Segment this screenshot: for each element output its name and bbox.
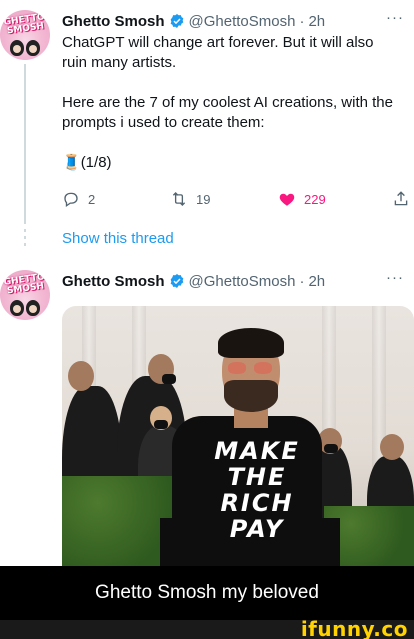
thread-marker: (1/8) bbox=[80, 154, 112, 171]
watermark-bar: ifunny.co bbox=[0, 617, 414, 639]
shirt-slogan: MAKE THE RICH PAY bbox=[214, 437, 300, 543]
reply-icon bbox=[64, 192, 78, 208]
retweet-icon bbox=[172, 192, 186, 206]
more-options-icon[interactable]: ··· bbox=[386, 269, 404, 286]
meme-caption: Ghetto Smosh my beloved bbox=[0, 566, 414, 620]
separator: · bbox=[299, 12, 305, 30]
reply-button[interactable]: 2 bbox=[62, 190, 95, 208]
retweet-count: 19 bbox=[196, 191, 211, 207]
author-name[interactable]: Ghetto Smosh bbox=[62, 273, 165, 290]
tweet-header: Ghetto Smosh @GhettoSmosh · 2h ··· bbox=[62, 269, 404, 291]
tweet-line: ChatGPT will change art forever. But it … bbox=[62, 34, 374, 51]
thread-line bbox=[24, 64, 26, 224]
timestamp[interactable]: 2h bbox=[308, 13, 325, 30]
avatar-logo: GHETTO SMOSH bbox=[3, 12, 46, 37]
tweet-photo[interactable]: MAKE THE RICH PAY bbox=[62, 306, 414, 566]
share-icon bbox=[394, 191, 408, 206]
verified-icon bbox=[170, 14, 183, 28]
avatar[interactable]: GHETTO SMOSH bbox=[0, 270, 50, 320]
tweet-header: Ghetto Smosh @GhettoSmosh · 2h ··· bbox=[62, 9, 404, 31]
verified-icon bbox=[170, 274, 183, 288]
avatar-logo: GHETTO SMOSH bbox=[3, 272, 46, 297]
retweet-button[interactable]: 19 bbox=[170, 190, 210, 208]
tweet-1[interactable]: GHETTO SMOSH Ghetto Smosh @GhettoSmosh ·… bbox=[0, 0, 414, 260]
author-handle[interactable]: @GhettoSmosh bbox=[189, 13, 296, 30]
show-thread-link[interactable]: Show this thread bbox=[62, 230, 174, 247]
timestamp[interactable]: 2h bbox=[308, 273, 325, 290]
thread-gap-dots bbox=[24, 229, 26, 249]
caption-text: Ghetto Smosh my beloved bbox=[95, 582, 319, 603]
tweet-text: ChatGPT will change art forever. But it … bbox=[62, 33, 404, 173]
thread-emoji: 🧵 bbox=[62, 154, 81, 171]
like-count: 229 bbox=[304, 191, 326, 207]
separator: · bbox=[299, 272, 305, 290]
reply-count: 2 bbox=[88, 191, 96, 207]
ifunny-watermark: ifunny.co bbox=[300, 617, 408, 639]
author-handle[interactable]: @GhettoSmosh bbox=[189, 273, 296, 290]
thread-counter: 🧵(1/8) bbox=[62, 153, 404, 173]
more-options-icon[interactable]: ··· bbox=[386, 9, 404, 26]
tweet-line: ruin many artists. bbox=[62, 54, 177, 71]
like-button[interactable]: 229 bbox=[278, 190, 326, 208]
tweet-line: Here are the 7 of my coolest AI creation… bbox=[62, 94, 393, 111]
author-name[interactable]: Ghetto Smosh bbox=[62, 13, 165, 30]
share-button[interactable] bbox=[392, 190, 410, 208]
heart-icon bbox=[279, 193, 295, 206]
tweet-actions: 2 19 229 bbox=[62, 190, 408, 210]
avatar[interactable]: GHETTO SMOSH bbox=[0, 10, 50, 60]
tweet-line: prompts i used to create them: bbox=[62, 114, 265, 131]
